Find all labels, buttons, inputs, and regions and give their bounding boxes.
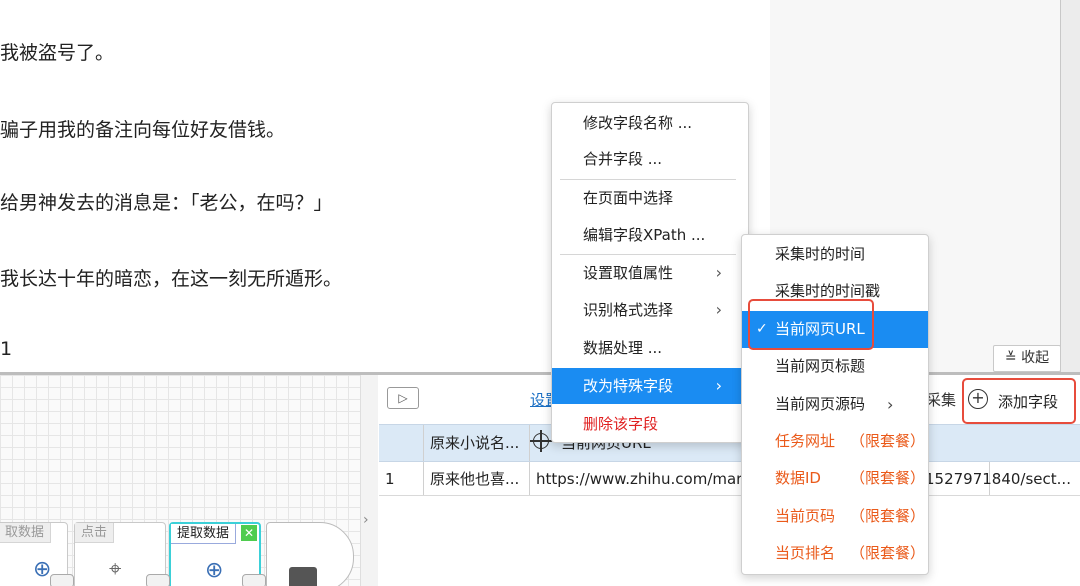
collect-label[interactable]: 采集 <box>926 389 956 410</box>
submenu-item-label: 数据ID <box>775 469 821 487</box>
menu-item-merge-field[interactable]: 合并字段 ... <box>552 141 748 177</box>
vertical-scrollbar[interactable] <box>1060 0 1080 372</box>
package-restriction-label: （限套餐） <box>850 507 926 525</box>
article-paragraph: 1 <box>0 338 13 360</box>
menu-item-label: 在页面中选择 <box>583 189 674 207</box>
close-icon[interactable]: ✕ <box>241 525 257 541</box>
add-field-label: 添加字段 <box>998 393 1059 411</box>
workflow-collapse-bar[interactable] <box>360 375 378 586</box>
article-paragraph: 骗子用我的备注向每位好友借钱。 <box>0 119 286 141</box>
cursor-click-icon: ⌖ <box>109 557 122 582</box>
node-label: 取数据 <box>0 523 52 543</box>
field-context-menu: 修改字段名称 ... 合并字段 ... 在页面中选择 编辑字段XPath ...… <box>551 102 749 443</box>
header-column[interactable]: 原来小说名... <box>424 425 530 461</box>
play-button[interactable]: ▷ <box>387 387 419 409</box>
chevron-right-icon: › <box>715 300 722 319</box>
table-row[interactable]: 1 原来他也喜... https://www.zhihu.com/marke 1… <box>379 462 1080 496</box>
expand-arrow-icon[interactable]: › <box>363 512 369 528</box>
menu-item-special-field[interactable]: 改为特殊字段 › <box>552 368 748 404</box>
submenu-item-label: 任务网址 <box>775 432 836 450</box>
submenu-item-label: 当前网页标题 <box>775 357 866 375</box>
menu-item-label: 设置取值属性 <box>583 264 674 282</box>
target-icon: ⊕ <box>205 558 224 583</box>
menu-item-label: 合并字段 ... <box>583 150 663 168</box>
app-window: 我被盗号了。 骗子用我的备注向每位好友借钱。 给男神发去的消息是：「老公，在吗？… <box>0 0 1080 586</box>
node-connector <box>146 574 170 586</box>
submenu-item-label: 采集时的时间 <box>775 245 866 263</box>
chevron-right-icon: › <box>887 395 894 414</box>
target-icon <box>530 430 552 452</box>
special-field-submenu: 采集时的时间 采集时的时间戳 ✓ 当前网页URL 当前网页标题 当前网页源码 › 任… <box>741 234 929 575</box>
article-paragraph: 我长达十年的暗恋，在这一刻无所遁形。 <box>0 268 343 290</box>
chevron-right-icon: › <box>715 263 722 282</box>
table-cell[interactable]: 原来他也喜... <box>424 462 530 495</box>
row-index: 1 <box>379 462 424 495</box>
plus-circle-icon: + <box>968 389 988 409</box>
menu-item-label: 修改字段名称 ... <box>583 114 693 132</box>
stop-icon <box>289 567 317 586</box>
submenu-item-label: 采集时的时间戳 <box>775 282 881 300</box>
submenu-item-label: 当页排名 <box>775 544 836 562</box>
node-connector <box>50 574 74 586</box>
menu-item-label: 编辑字段XPath ... <box>583 226 706 244</box>
add-field-button[interactable]: + 添加字段 <box>962 378 1076 424</box>
submenu-item-task-url[interactable]: 任务网址 （限套餐） <box>742 423 928 460</box>
submenu-item-page-rank[interactable]: 当页排名 （限套餐） <box>742 535 928 572</box>
table-cell[interactable]: 1527971840/sect... <box>919 462 1080 495</box>
menu-item-label: 改为特殊字段 <box>583 377 674 395</box>
submenu-item-label: 当前网页源码 <box>775 395 866 413</box>
submenu-item-page-title[interactable]: 当前网页标题 <box>742 348 928 385</box>
submenu-item-collect-time[interactable]: 采集时的时间 <box>742 236 928 273</box>
submenu-item-page-source[interactable]: 当前网页源码 › <box>742 386 928 423</box>
menu-item-label: 删除该字段 <box>583 415 659 433</box>
package-restriction-label: （限套餐） <box>850 544 926 562</box>
collapse-button[interactable]: ≚ 收起 <box>993 345 1061 372</box>
annotation-highlight-box <box>748 299 874 350</box>
collapse-label: 收起 <box>1021 350 1050 366</box>
menu-item-label: 数据处理 ... <box>583 339 663 357</box>
node-label: 提取数据 <box>171 524 237 544</box>
article-paragraph: 我被盗号了。 <box>0 42 115 64</box>
package-restriction-label: （限套餐） <box>850 469 926 487</box>
menu-item-value-attribute[interactable]: 设置取值属性 › <box>552 255 748 291</box>
header-index <box>379 425 424 461</box>
submenu-item-data-id[interactable]: 数据ID （限套餐） <box>742 460 928 497</box>
package-restriction-label: （限套餐） <box>850 432 926 450</box>
node-label: 点击 <box>75 523 115 543</box>
menu-item-edit-xpath[interactable]: 编辑字段XPath ... <box>552 217 748 253</box>
menu-item-select-in-page[interactable]: 在页面中选择 <box>552 180 748 216</box>
menu-item-label: 识别格式选择 <box>583 301 674 319</box>
workflow-node-end[interactable] <box>266 522 354 586</box>
menu-item-format-select[interactable]: 识别格式选择 › <box>552 292 748 328</box>
submenu-item-label: 当前页码 <box>775 507 836 525</box>
target-icon: ⊕ <box>33 557 52 582</box>
article-paragraph: 给男神发去的消息是：「老公，在吗？」 <box>0 192 333 214</box>
chevron-right-icon: › <box>715 376 722 395</box>
menu-item-rename-field[interactable]: 修改字段名称 ... <box>552 105 748 141</box>
submenu-item-page-number[interactable]: 当前页码 （限套餐） <box>742 498 928 535</box>
menu-item-data-processing[interactable]: 数据处理 ... <box>552 330 748 366</box>
node-connector <box>242 574 266 586</box>
menu-item-delete-field[interactable]: 删除该字段 <box>552 406 748 442</box>
double-chevron-down-icon: ≚ <box>1004 350 1022 366</box>
